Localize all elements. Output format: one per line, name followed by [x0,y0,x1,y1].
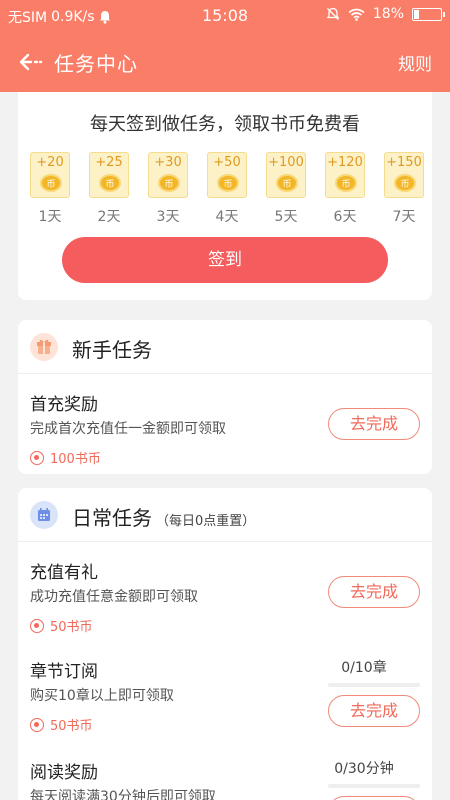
day-label: 6天 [333,209,357,225]
task-name: 阅读奖励 [30,763,98,783]
sign-in-card: 每天签到做任务，领取书币免费看 +20 1天 +25 2天 +30 3天 +50… [18,92,432,300]
day-item: +25 2天 [89,152,129,226]
daily-tasks-card: 日常任务 （每日0点重置） 充值有礼 成功充值任意金额即可领取 50书币 去完成 … [18,488,432,800]
go-complete-button[interactable]: 去完成 [328,408,420,440]
reward-box: +150 [384,152,424,198]
task-description: 完成首次充值任一金额即可领取 [30,421,226,437]
day-label: 1天 [38,209,62,225]
reward-box: +100 [266,152,306,198]
day-item: +30 3天 [148,152,188,226]
sign-in-headline: 每天签到做任务，领取书币免费看 [90,114,360,135]
day-item: +20 1天 [30,152,70,226]
reward-box: +50 [207,152,247,198]
reward-amount: +100 [268,155,304,170]
coin-icon [276,174,298,192]
task-reward: 100书币 [30,448,101,467]
coin-icon [158,174,180,192]
gift-icon [30,333,58,361]
section-title-text: 日常任务 [72,506,152,530]
progress-bar [328,784,420,788]
reward-amount: +25 [95,155,123,170]
nav-bar: 任务中心 规则 [0,42,450,82]
reward-box: +120 [325,152,365,198]
reward-amount: +50 [213,155,241,170]
section-title: 日常任务 （每日0点重置） [72,502,255,531]
task-item: 首充奖励 完成首次充值任一金额即可领取 100书币 去完成 [18,390,432,470]
back-arrow-icon[interactable] [16,48,44,76]
task-description: 每天阅读满30分钟后即可领取 [30,789,216,800]
reward-text: 50书币 [50,620,93,635]
reward-amount: +20 [36,155,64,170]
battery-icon [412,7,445,21]
day-label: 4天 [215,209,239,225]
go-complete-button[interactable]: 去完成 [328,576,420,608]
coin-icon [30,717,44,732]
coin-icon [99,174,121,192]
reward-amount: +150 [386,155,422,170]
rules-link[interactable]: 规则 [398,50,432,75]
sign-in-button[interactable]: 签到 [62,237,388,283]
battery-level [414,9,419,19]
task-item: 阅读奖励 每天阅读满30分钟后即可领取 0/30分钟 [18,758,432,800]
go-complete-button[interactable]: 去完成 [328,695,420,727]
progress-text: 0/30分钟 [334,761,394,777]
reward-box: +20 [30,152,70,198]
day-item: +100 5天 [266,152,306,226]
coin-icon [217,174,239,192]
section-subtitle: （每日0点重置） [156,514,256,529]
coin-icon [394,174,416,192]
day-label: 3天 [156,209,180,225]
day-label: 2天 [97,209,121,225]
newbie-tasks-card: 新手任务 首充奖励 完成首次充值任一金额即可领取 100书币 去完成 [18,320,432,474]
task-reward: 50书币 [30,715,93,734]
section-title: 新手任务 [72,338,152,362]
coin-icon [40,174,62,192]
reward-text: 100书币 [50,452,101,467]
day-item: +150 7天 [384,152,424,226]
calendar-icon [30,501,58,529]
go-complete-button[interactable] [328,796,420,800]
progress-bar [328,683,420,687]
task-name: 章节订阅 [30,662,98,682]
section-header: 日常任务 （每日0点重置） [18,488,432,542]
reward-text: 50书币 [50,719,93,734]
task-name: 充值有礼 [30,563,98,583]
reward-amount: +120 [327,155,363,170]
task-description: 成功充值任意金额即可领取 [30,589,198,605]
day-item: +120 6天 [325,152,365,226]
wifi-icon [348,8,365,21]
mute-bell-icon [326,7,340,20]
task-item: 充值有礼 成功充值任意金额即可领取 50书币 去完成 [18,558,432,638]
task-name: 首充奖励 [30,395,98,415]
reward-box: +30 [148,152,188,198]
status-right: 18% [326,6,445,22]
coin-icon [30,450,44,465]
reward-box: +25 [89,152,129,198]
day-label: 7天 [392,209,416,225]
battery-percent: 18% [372,6,404,22]
status-bar: 无SIM 0.9K/s 15:08 18% [0,0,450,30]
header: 无SIM 0.9K/s 15:08 18% 任务中心 规则 [0,0,450,92]
day-item: +50 4天 [207,152,247,226]
page-title: 任务中心 [54,52,138,76]
progress-text: 0/10章 [341,660,387,676]
task-reward: 50书币 [30,616,93,635]
task-item: 章节订阅 购买10章以上即可领取 50书币 0/10章 去完成 [18,657,432,737]
coin-icon [30,618,44,633]
section-header: 新手任务 [18,320,432,374]
reward-amount: +30 [154,155,182,170]
task-description: 购买10章以上即可领取 [30,688,174,704]
day-label: 5天 [274,209,298,225]
coin-icon [335,174,357,192]
